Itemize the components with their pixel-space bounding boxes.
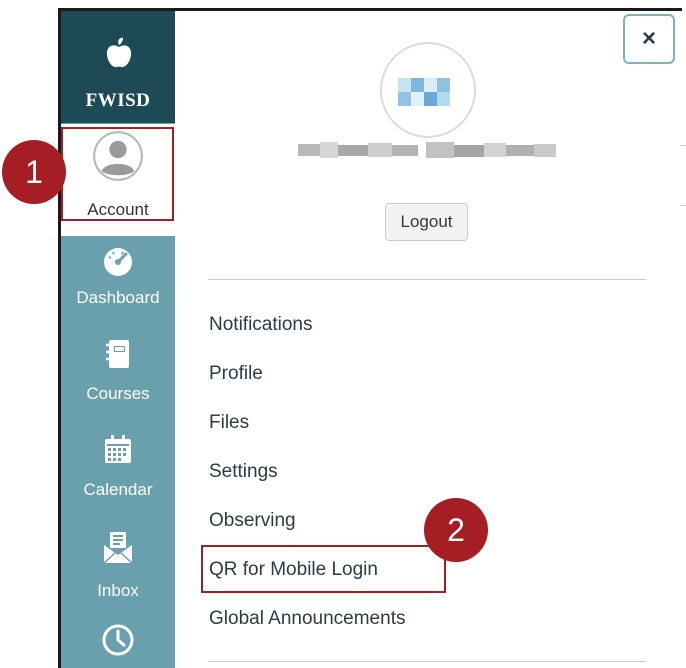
- nav-item-label: Inbox: [97, 581, 139, 600]
- nav-item-label: Courses: [86, 384, 150, 403]
- qr-highlight-box: [201, 545, 446, 593]
- nav-item-label: Calendar: [83, 480, 153, 499]
- avatar-image-blurred: [398, 78, 450, 106]
- apple-icon: [106, 37, 132, 68]
- tray-link-observing[interactable]: Observing: [209, 509, 296, 533]
- tray-divider: [208, 279, 646, 280]
- nav-item-courses[interactable]: Courses: [61, 329, 175, 425]
- calendar-icon: [105, 435, 131, 463]
- step-callout-2: 2: [424, 498, 488, 562]
- nav-item-label: Dashboard: [76, 288, 160, 307]
- background-page-edge: [680, 205, 686, 206]
- nav-item-dashboard[interactable]: Dashboard: [61, 237, 175, 329]
- clock-icon: [102, 624, 134, 656]
- background-page-edge: [680, 145, 686, 146]
- step-callout-1: 1: [2, 140, 66, 204]
- global-nav-sidebar: FWISD Account Dashboard Courses Calendar…: [61, 11, 175, 668]
- courses-book-icon: [106, 340, 129, 368]
- close-button[interactable]: ×: [623, 14, 675, 64]
- nav-item-calendar[interactable]: Calendar: [61, 425, 175, 523]
- nav-item-history[interactable]: [61, 617, 175, 668]
- brand-logo[interactable]: FWISD: [61, 11, 175, 123]
- tray-link-settings[interactable]: Settings: [209, 460, 278, 484]
- nav-item-inbox[interactable]: Inbox: [61, 523, 175, 621]
- tray-divider-bottom: [208, 661, 646, 662]
- account-highlight-box: [61, 127, 174, 221]
- close-icon: ×: [641, 25, 656, 52]
- brand-name: FWISD: [85, 90, 151, 111]
- user-name-blurred: [298, 142, 556, 158]
- tray-link-profile[interactable]: Profile: [209, 362, 263, 386]
- logout-button[interactable]: Logout: [385, 203, 468, 241]
- dashboard-gauge-icon: [104, 248, 132, 276]
- inbox-icon: [103, 532, 133, 564]
- tray-link-global-announcements[interactable]: Global Announcements: [209, 607, 405, 631]
- tray-link-files[interactable]: Files: [209, 411, 249, 435]
- tray-link-notifications[interactable]: Notifications: [209, 313, 313, 337]
